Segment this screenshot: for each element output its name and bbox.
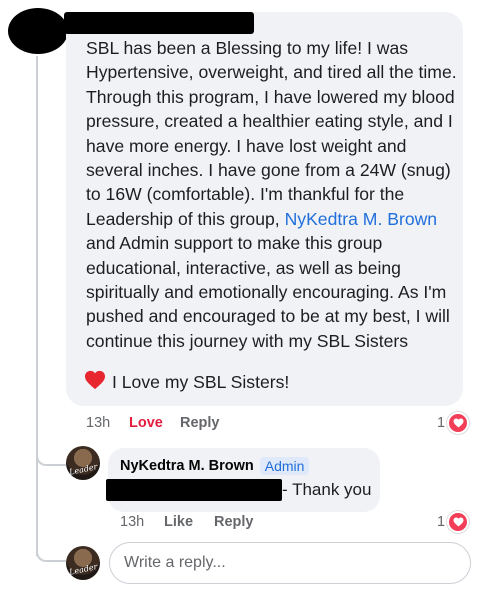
heart-line: I Love my SBL Sisters! — [84, 370, 289, 395]
reply-reaction-count-value: 1 — [437, 514, 446, 530]
love-reaction-button[interactable]: Love — [129, 415, 163, 431]
thread-line-branch — [36, 444, 66, 466]
heart-line-text: I Love my SBL Sisters! — [112, 372, 290, 392]
thread-line-vertical — [36, 56, 38, 556]
reply-text: - Thank you — [282, 480, 372, 499]
comment-time[interactable]: 13h — [86, 415, 110, 431]
reply-author-name[interactable]: NyKedtra M. Brown — [120, 458, 254, 474]
reply-time[interactable]: 13h — [120, 514, 144, 530]
reply-love-reaction-icon — [447, 511, 470, 533]
reaction-count-value: 1 — [437, 415, 446, 431]
mention-link[interactable]: NyKedtra M. Brown — [285, 209, 438, 229]
comment-text-start: SBL has been a Blessing to my life! I wa… — [86, 38, 457, 229]
heart-icon — [84, 370, 106, 395]
redacted-tag — [106, 479, 282, 501]
reply-reaction-count[interactable]: 1 — [437, 511, 470, 533]
admin-badge: Admin — [259, 457, 310, 475]
reply-input[interactable]: Write a reply... — [109, 542, 471, 584]
love-reaction-icon — [447, 412, 470, 434]
composer-avatar-signature: Leader — [68, 562, 99, 577]
thread-line-branch-composer — [36, 540, 66, 562]
comment-text-end: and Admin support to make this group edu… — [86, 233, 450, 351]
reply-author-avatar[interactable]: Leader — [66, 446, 100, 480]
reply-input-placeholder: Write a reply... — [124, 554, 226, 571]
composer-avatar: Leader — [66, 546, 100, 580]
reply-button[interactable]: Reply — [180, 415, 220, 431]
like-button[interactable]: Like — [164, 514, 193, 530]
comment-text: SBL has been a Blessing to my life! I wa… — [86, 36, 458, 353]
redacted-author-name — [64, 12, 254, 34]
reply-author: NyKedtra M. Brown Admin — [120, 457, 310, 475]
reaction-count[interactable]: 1 — [437, 412, 470, 434]
reply-reply-button[interactable]: Reply — [214, 514, 254, 530]
redacted-avatar — [8, 8, 68, 54]
avatar-signature: Leader — [68, 462, 99, 477]
